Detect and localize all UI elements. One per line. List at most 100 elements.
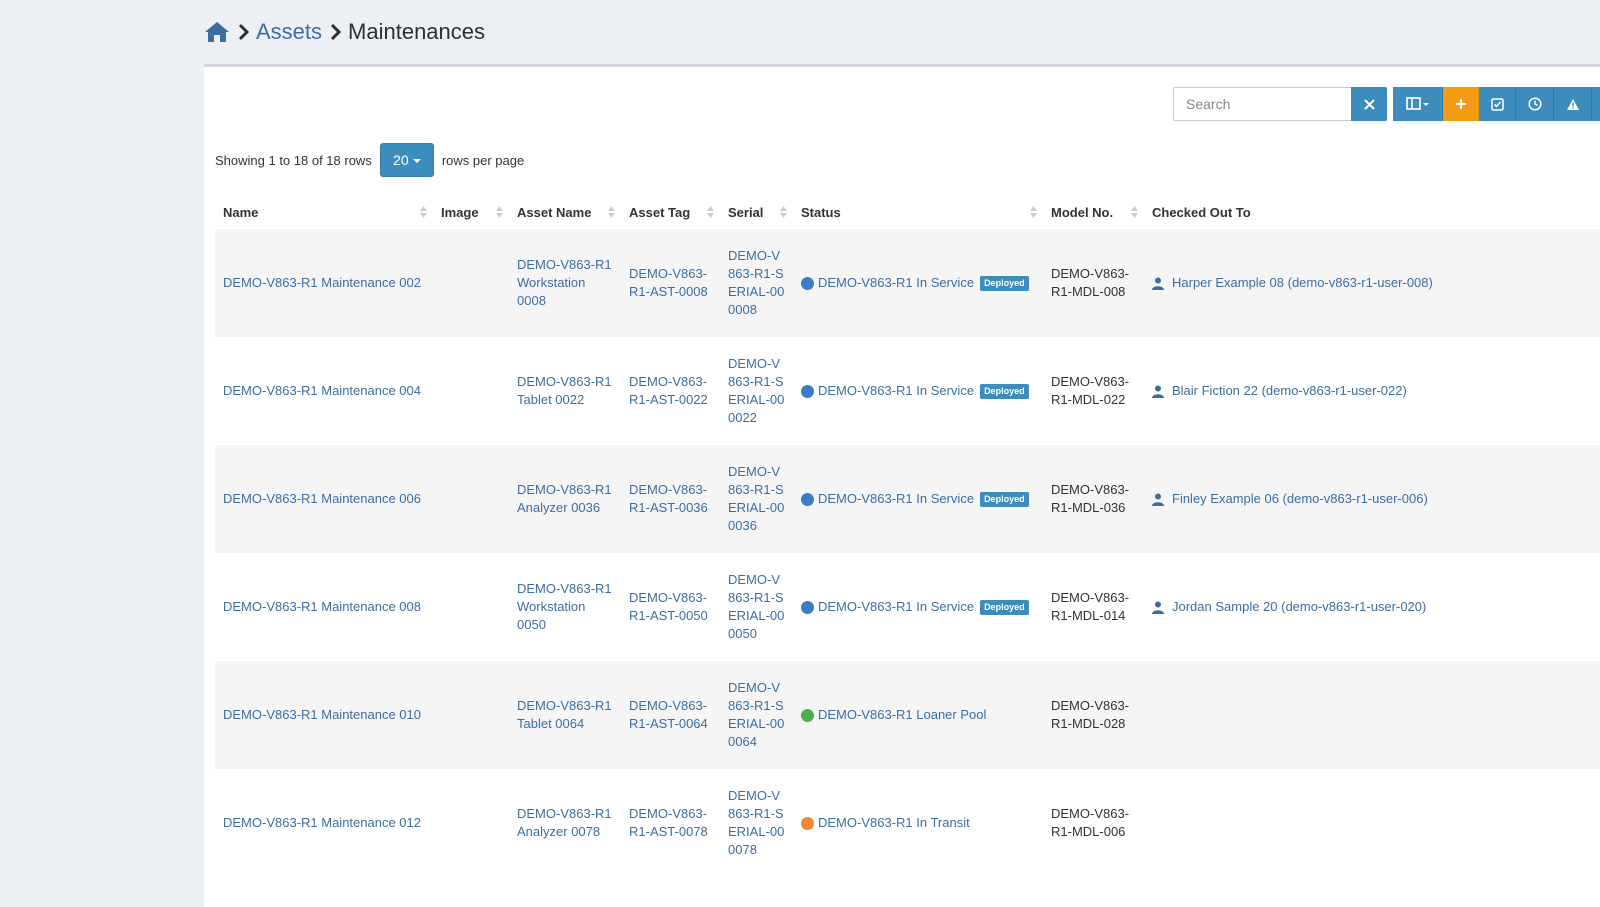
- clock-icon: [1527, 97, 1542, 111]
- status-cell: DEMO-V863-R1 Loaner Pool: [793, 661, 1043, 769]
- column-header-status[interactable]: Status: [793, 195, 1043, 229]
- asset-tag-link[interactable]: DEMO-V863-R1-AST-0050: [621, 553, 720, 661]
- column-header-model-no[interactable]: Model No.: [1043, 195, 1144, 229]
- user-icon: [1152, 385, 1164, 398]
- columns-button[interactable]: [1393, 87, 1443, 121]
- status-wrap: DEMO-V863-R1 In Service Deployed: [801, 598, 1035, 616]
- checkin-button[interactable]: [1479, 87, 1516, 121]
- status-badge: Deployed: [980, 599, 1029, 615]
- sort-icon: [420, 206, 427, 218]
- status-dot-icon: [801, 384, 814, 398]
- maintenance-name-link[interactable]: DEMO-V863-R1 Maintenance 008: [215, 553, 433, 661]
- asset-tag-link[interactable]: DEMO-V863-R1-AST-0008: [621, 229, 720, 337]
- status-dot-icon: [801, 708, 814, 722]
- column-header-asset-tag[interactable]: Asset Tag: [621, 195, 720, 229]
- status-badge: Deployed: [980, 275, 1029, 291]
- maintenance-name-link[interactable]: DEMO-V863-R1 Maintenance 004: [215, 337, 433, 445]
- status-cell: DEMO-V863-R1 In Service Deployed: [793, 445, 1043, 553]
- checked-out-user-link[interactable]: Jordan Sample 20 (demo-v863-r1-user-020): [1172, 598, 1426, 616]
- image-cell: [433, 229, 509, 337]
- serial-link[interactable]: DEMO-V863-R1-SERIAL-000050: [720, 553, 793, 661]
- table-header-row: Name Image Asset Name Asset Tag Serial S…: [215, 195, 1600, 229]
- maintenance-name-link[interactable]: DEMO-V863-R1 Maintenance 002: [215, 229, 433, 337]
- sort-icon: [1030, 206, 1037, 218]
- table-row: DEMO-V863-R1 Maintenance 010 DEMO-V863-R…: [215, 661, 1600, 769]
- serial-link[interactable]: DEMO-V863-R1-SERIAL-000036: [720, 445, 793, 553]
- search-group: [1173, 87, 1387, 121]
- asset-name-link[interactable]: DEMO-V863-R1 Analyzer 0078: [509, 769, 621, 877]
- image-cell: [433, 553, 509, 661]
- page-size-value: 20: [393, 152, 409, 168]
- status-link[interactable]: DEMO-V863-R1 Loaner Pool: [818, 706, 986, 724]
- checked-out-user-link[interactable]: Harper Example 08 (demo-v863-r1-user-008…: [1172, 274, 1433, 292]
- rows-per-page-label: rows per page: [441, 152, 525, 168]
- clear-search-button[interactable]: [1351, 87, 1387, 121]
- maintenance-name-link[interactable]: DEMO-V863-R1 Maintenance 006: [215, 445, 433, 553]
- model-no-cell: DEMO-V863-R1-MDL-036: [1043, 445, 1144, 553]
- model-no-cell: DEMO-V863-R1-MDL-022: [1043, 337, 1144, 445]
- maintenances-panel: Showing 1 to 18 of 18 rows 20 rows per p…: [204, 64, 1600, 907]
- status-link[interactable]: DEMO-V863-R1 In Service: [818, 490, 974, 508]
- sort-icon: [1131, 206, 1138, 218]
- column-header-serial[interactable]: Serial: [720, 195, 793, 229]
- status-wrap: DEMO-V863-R1 In Service Deployed: [801, 274, 1035, 292]
- asset-name-link[interactable]: DEMO-V863-R1 Tablet 0064: [509, 661, 621, 769]
- column-header-image[interactable]: Image: [433, 195, 509, 229]
- asset-tag-link[interactable]: DEMO-V863-R1-AST-0036: [621, 445, 720, 553]
- status-cell: DEMO-V863-R1 In Service Deployed: [793, 229, 1043, 337]
- status-badge: Deployed: [980, 491, 1029, 507]
- asset-name-link[interactable]: DEMO-V863-R1 Workstation 0050: [509, 553, 621, 661]
- sort-icon: [496, 206, 503, 218]
- breadcrumb-assets-link[interactable]: Assets: [256, 19, 322, 45]
- asset-name-link[interactable]: DEMO-V863-R1 Workstation 0008: [509, 229, 621, 337]
- table-row: DEMO-V863-R1 Maintenance 006 DEMO-V863-R…: [215, 445, 1600, 553]
- table-row: DEMO-V863-R1 Maintenance 008 DEMO-V863-R…: [215, 553, 1600, 661]
- history-button[interactable]: [1516, 87, 1554, 121]
- status-wrap: DEMO-V863-R1 In Transit: [801, 814, 1035, 832]
- pagination-info: Showing 1 to 18 of 18 rows 20 rows per p…: [215, 143, 524, 177]
- column-header-checked-out-to[interactable]: Checked Out To: [1144, 195, 1600, 229]
- checked-out-cell: Harper Example 08 (demo-v863-r1-user-008…: [1144, 229, 1600, 337]
- maintenance-name-link[interactable]: DEMO-V863-R1 Maintenance 010: [215, 661, 433, 769]
- user-icon: [1152, 277, 1164, 290]
- checked-out-cell: [1144, 661, 1600, 769]
- chevron-right-icon: [330, 23, 342, 41]
- asset-name-link[interactable]: DEMO-V863-R1 Analyzer 0036: [509, 445, 621, 553]
- warning-icon: [1566, 98, 1579, 110]
- serial-link[interactable]: DEMO-V863-R1-SERIAL-000078: [720, 769, 793, 877]
- status-cell: DEMO-V863-R1 In Transit: [793, 769, 1043, 877]
- add-maintenance-button[interactable]: [1443, 87, 1479, 121]
- status-link[interactable]: DEMO-V863-R1 In Service: [818, 598, 974, 616]
- caret-down-icon: [412, 159, 421, 163]
- columns-icon: [1405, 97, 1429, 110]
- image-cell: [433, 445, 509, 553]
- home-icon[interactable]: [204, 20, 230, 44]
- image-cell: [433, 661, 509, 769]
- status-link[interactable]: DEMO-V863-R1 In Service: [818, 274, 974, 292]
- serial-link[interactable]: DEMO-V863-R1-SERIAL-000022: [720, 337, 793, 445]
- page-title: Maintenances: [348, 19, 486, 44]
- serial-link[interactable]: DEMO-V863-R1-SERIAL-000064: [720, 661, 793, 769]
- more-actions-button[interactable]: [1592, 87, 1600, 121]
- maintenance-name-link[interactable]: DEMO-V863-R1 Maintenance 012: [215, 769, 433, 877]
- asset-tag-link[interactable]: DEMO-V863-R1-AST-0064: [621, 661, 720, 769]
- checked-out-wrap: Blair Fiction 22 (demo-v863-r1-user-022): [1152, 382, 1596, 400]
- column-header-asset-name[interactable]: Asset Name: [509, 195, 621, 229]
- asset-name-link[interactable]: DEMO-V863-R1 Tablet 0022: [509, 337, 621, 445]
- status-link[interactable]: DEMO-V863-R1 In Transit: [818, 814, 970, 832]
- checked-out-user-link[interactable]: Finley Example 06 (demo-v863-r1-user-006…: [1172, 490, 1428, 508]
- search-input[interactable]: [1173, 87, 1351, 121]
- serial-link[interactable]: DEMO-V863-R1-SERIAL-000008: [720, 229, 793, 337]
- status-dot-icon: [801, 276, 814, 290]
- asset-tag-link[interactable]: DEMO-V863-R1-AST-0078: [621, 769, 720, 877]
- checked-out-user-link[interactable]: Blair Fiction 22 (demo-v863-r1-user-022): [1172, 382, 1407, 400]
- status-dot-icon: [801, 600, 814, 614]
- asset-tag-link[interactable]: DEMO-V863-R1-AST-0022: [621, 337, 720, 445]
- column-header-name[interactable]: Name: [215, 195, 433, 229]
- breadcrumb: Assets Maintenances: [204, 14, 485, 50]
- alerts-button[interactable]: [1554, 87, 1592, 121]
- status-wrap: DEMO-V863-R1 Loaner Pool: [801, 706, 1035, 724]
- page-size-dropdown[interactable]: 20: [379, 143, 434, 177]
- page-header: Assets Maintenances: [0, 0, 1600, 64]
- status-link[interactable]: DEMO-V863-R1 In Service: [818, 382, 974, 400]
